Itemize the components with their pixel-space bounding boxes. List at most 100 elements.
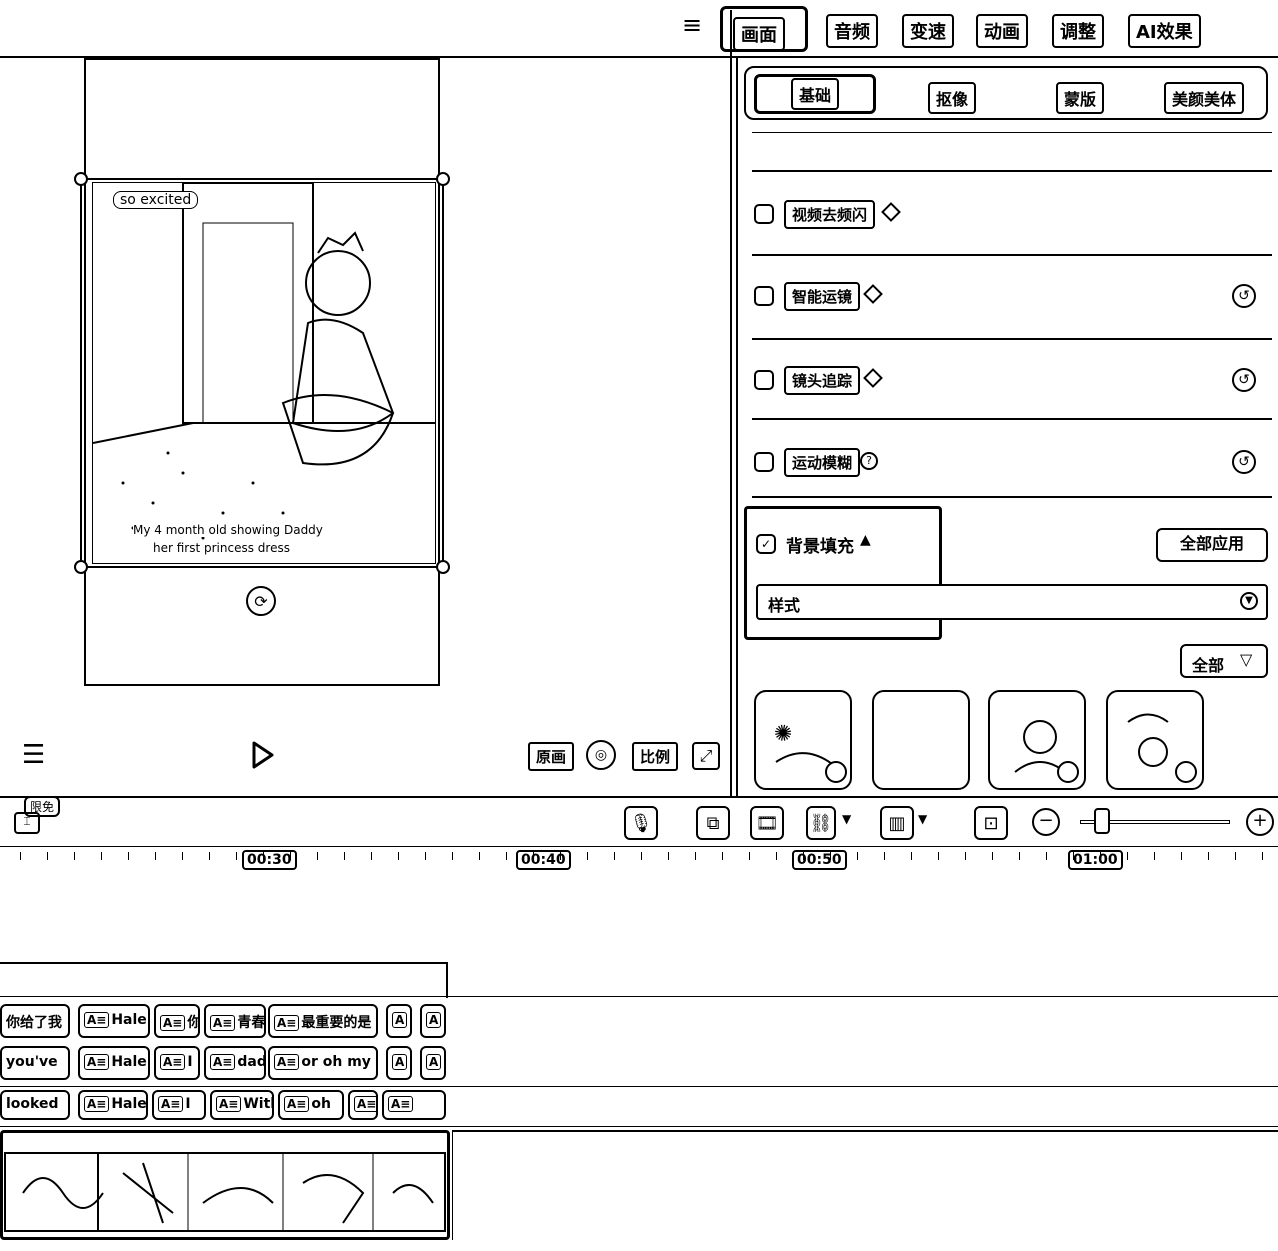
ruler-tick [911,852,912,860]
text-icon: A≡ [84,1054,110,1070]
ratio-button[interactable]: 比例 [632,742,679,771]
zoom-slider-handle[interactable] [1094,808,1110,834]
subtitle-clip[interactable]: A [386,1004,412,1038]
film-icon[interactable]: 🎞 [750,806,784,840]
preview-axis-icon[interactable]: ▥ [880,806,914,840]
option-row-deflicker[interactable]: 视频去频闪 [752,200,1272,230]
subtab-basic[interactable]: 基础 [754,74,876,114]
original-quality-button[interactable]: 原画 [528,742,575,771]
subtitle-clip[interactable]: A≡ or oh my [268,1046,378,1080]
tab-speed[interactable]: 变速 [902,14,954,48]
motion-blur-checkbox[interactable] [754,452,774,472]
option-row-motion-blur[interactable]: 运动模糊 ? ↺ [752,448,1272,478]
resize-handle-tl[interactable] [74,172,88,186]
video-frame: so excited My 4 month old showing Daddy … [92,182,436,564]
tab-audio[interactable]: 音频 [826,14,878,48]
resize-handle-tr[interactable] [436,172,450,186]
video-preview[interactable]: so excited My 4 month old showing Daddy … [74,58,450,686]
menu-icon[interactable]: ≡ [682,13,708,40]
fullscreen-icon[interactable]: ⤢ [692,742,720,770]
caption-bottom-2: her first princess dress [153,541,290,555]
tab-adjust[interactable]: 调整 [1052,14,1104,48]
text-icon: A≡ [274,1054,300,1070]
chevron-down-icon[interactable]: ▼ [918,812,927,826]
ruler-tick [398,852,399,860]
subtitle-clip[interactable]: A [420,1004,446,1038]
subtab-beauty[interactable]: 美颜美体 [1164,82,1245,114]
rotate-icon[interactable]: ⟳ [246,586,276,616]
zoom-out-icon[interactable]: − [1032,808,1060,836]
text-icon: A≡ [210,1054,236,1070]
motion-blur-label: 运动模糊 [784,448,861,477]
tracking-checkbox[interactable] [754,370,774,390]
reset-icon[interactable]: ↺ [1232,450,1256,474]
subtitle-clip[interactable]: you've [0,1046,70,1080]
chevron-down-icon[interactable]: ▼ [842,812,851,826]
reset-icon[interactable]: ↺ [1232,284,1256,308]
subtitle-clip[interactable]: A [420,1046,446,1080]
subtitle-clip[interactable]: A≡ 青春 [204,1004,266,1038]
microphone-icon[interactable]: 🎙 [624,806,658,840]
resize-handle-bl[interactable] [74,560,88,574]
tab-animation[interactable]: 动画 [976,14,1028,48]
option-row-smart-camera[interactable]: 智能运镜 ↺ [752,282,1272,312]
ruler-tick [1154,852,1155,860]
link-icon[interactable]: ⛓ [806,806,836,840]
ruler-tick [101,852,102,860]
reset-icon[interactable]: ↺ [1232,368,1256,392]
video-clip[interactable] [0,1130,450,1240]
text-icon: A≡ [160,1015,186,1031]
subtab-mask[interactable]: 蒙版 [1056,82,1105,114]
list-icon[interactable]: ☰ [22,740,45,770]
tab-picture[interactable]: 画面 [720,6,808,52]
ruler-tick [1073,852,1074,860]
ruler-baseline [0,846,1278,847]
zoom-in-icon[interactable]: + [1246,808,1274,836]
split-icon[interactable]: ⌶ [14,812,40,834]
subtitle-clip[interactable]: A≡ 你 [154,1004,200,1038]
subtitle-clip[interactable]: 你给了我 [0,1004,70,1038]
subtitle-clip[interactable]: A≡ [348,1090,378,1120]
ruler-tick [749,852,750,860]
main-track-link-icon[interactable]: ⧉ [696,806,730,840]
resize-handle-br[interactable] [436,560,450,574]
subtab-cutout[interactable]: 抠像 [928,82,977,114]
subtitle-clip[interactable]: A≡ I [154,1046,200,1080]
style-card-2[interactable] [872,690,970,790]
style-select[interactable]: 样式 ▼ [756,584,1268,620]
timeline-right-area[interactable] [452,1130,1278,1240]
chevron-up-icon[interactable]: ▲ [860,532,871,548]
auto-snap-icon[interactable]: ⊡ [974,806,1008,840]
bg-fill-label: 背景填充 [786,537,854,557]
help-icon[interactable]: ? [860,452,878,470]
subtitle-clip[interactable]: A≡ dad [204,1046,266,1080]
subtitle-clip[interactable]: A≡ [382,1090,446,1120]
empty-track[interactable] [0,962,448,998]
subtitle-clip-text: 你给了我 [6,1015,62,1031]
screenshot-icon[interactable]: ◎ [586,740,616,770]
subtitle-clip[interactable]: A [386,1046,412,1080]
subtitle-clip[interactable]: A≡With [210,1090,274,1120]
subtitle-clip[interactable]: looked [0,1090,70,1120]
subtitle-clip[interactable]: A≡ Hale [78,1090,148,1120]
subtitle-clip[interactable]: A≡ oh [278,1090,344,1120]
subtitle-clip[interactable]: A≡ I [152,1090,206,1120]
video-clip-thumbnails [4,1152,446,1232]
smart-camera-checkbox[interactable] [754,286,774,306]
play-button[interactable] [250,740,276,770]
style-card-3[interactable] [988,690,1086,790]
tab-ai-effects[interactable]: AI效果 [1128,14,1201,48]
style-card-1[interactable]: ✺ [754,690,852,790]
option-row-tracking[interactable]: 镜头追踪 ↺ [752,366,1272,396]
subtitle-clip[interactable]: A≡ Hale [78,1046,150,1080]
bg-fill-checkbox[interactable]: ✓ [756,534,776,554]
filter-all-button[interactable]: 全部 ▽ [1180,644,1268,678]
ruler-tick [344,852,345,860]
ruler-tick [425,852,426,860]
deflicker-checkbox[interactable] [754,204,774,224]
ruler-tick [857,852,858,860]
style-card-4[interactable] [1106,690,1204,790]
subtitle-clip[interactable]: A≡ 最重要的是 [268,1004,378,1038]
subtitle-clip[interactable]: A≡ Hale [78,1004,150,1038]
apply-all-button[interactable]: 全部应用 [1156,528,1268,562]
